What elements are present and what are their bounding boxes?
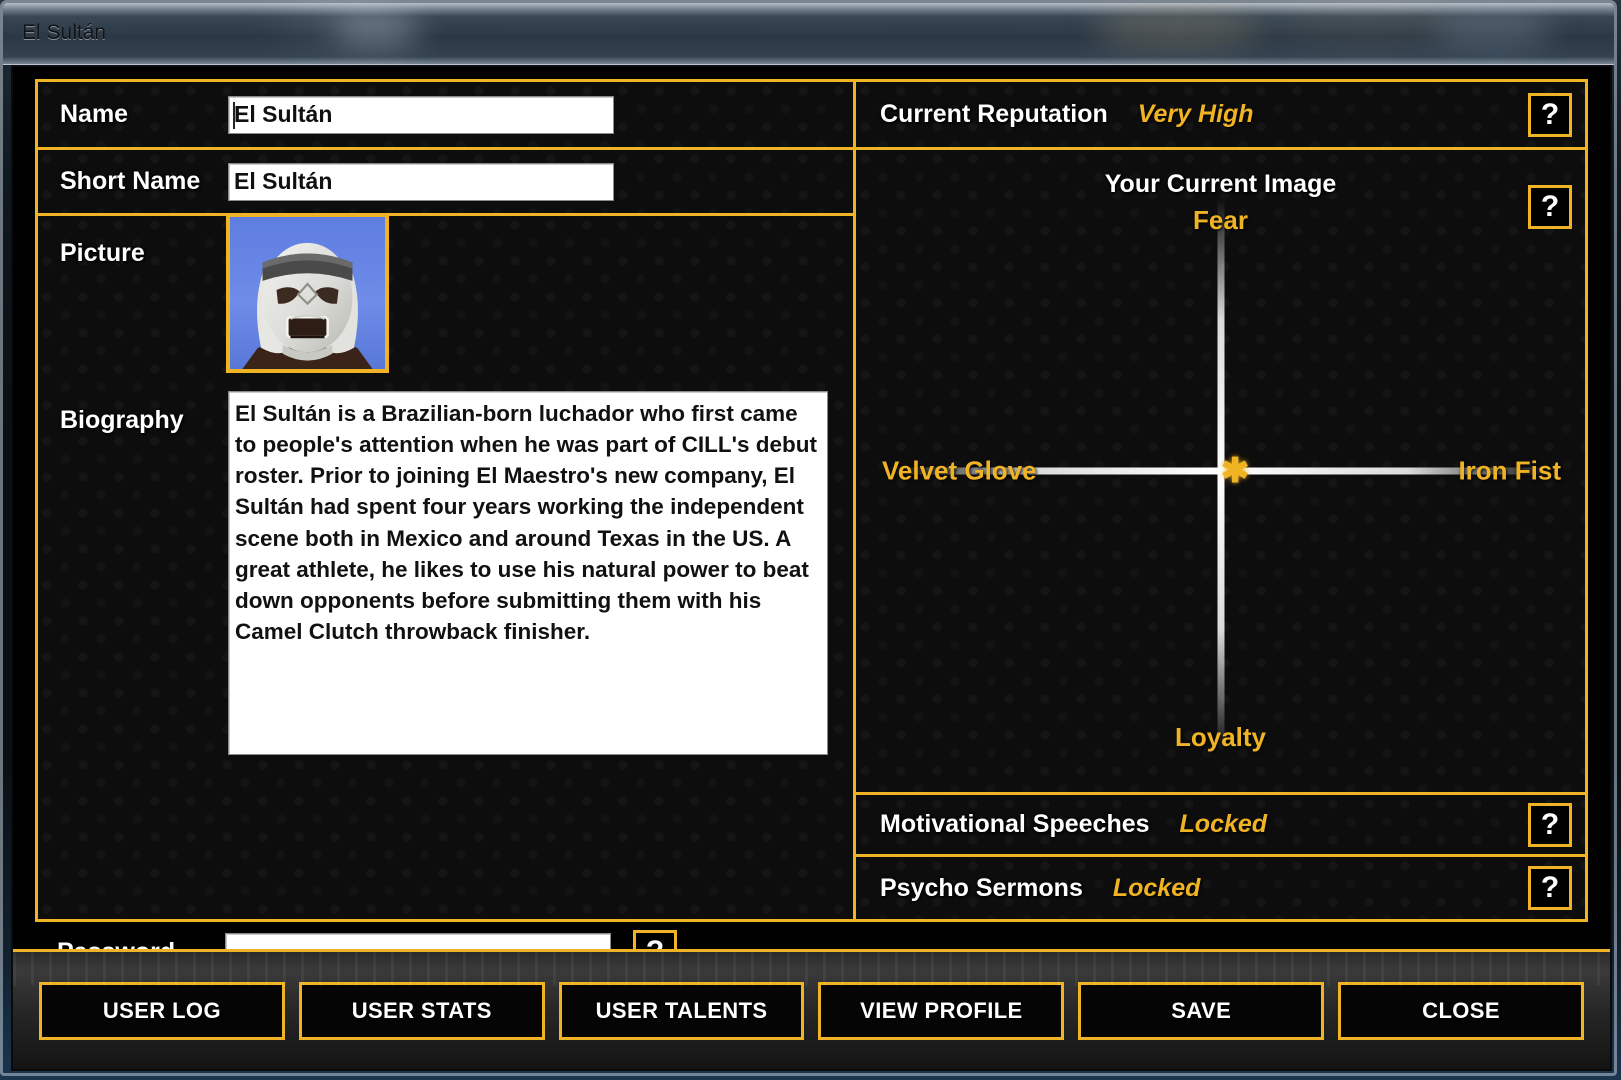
short-name-input-value: El Sultán: [234, 168, 332, 195]
name-label: Name: [60, 100, 228, 129]
motivational-speeches-label: Motivational Speeches: [880, 810, 1150, 839]
user-stats-button[interactable]: USER STATS: [299, 982, 545, 1040]
dialog-button-bar: USER LOG USER STATS USER TALENTS VIEW PR…: [13, 949, 1610, 1069]
titlebar-glass-highlight-2: [1093, 9, 1263, 49]
current-image-panel: Your Current Image ? Fear Loyalty Velvet…: [856, 150, 1585, 795]
profile-details-column: Name El Sultán Short Name El Sultán: [38, 82, 856, 919]
main-content-frame: Name El Sultán Short Name El Sultán: [35, 79, 1588, 922]
motivational-speeches-value: Locked: [1180, 810, 1268, 839]
psycho-sermons-help-icon[interactable]: ?: [1528, 866, 1572, 910]
current-reputation-row: Current Reputation Very High ?: [856, 82, 1585, 150]
application-window: El Sultán Name El Sultán Short Name: [0, 0, 1617, 1076]
window-titlebar[interactable]: El Sultán: [3, 3, 1614, 65]
titlebar-glass-highlight-3: [1433, 11, 1553, 49]
current-reputation-label: Current Reputation: [880, 100, 1108, 129]
picture-and-biography-row: Picture: [38, 216, 853, 919]
psycho-sermons-row: Psycho Sermons Locked ?: [856, 857, 1585, 919]
current-reputation-value: Very High: [1138, 100, 1254, 129]
user-log-button[interactable]: USER LOG: [39, 982, 285, 1040]
biography-label: Biography: [60, 406, 184, 435]
close-button[interactable]: CLOSE: [1338, 982, 1584, 1040]
chart-label-velvet-glove: Velvet Glove: [882, 456, 1037, 487]
short-name-label: Short Name: [60, 167, 228, 196]
window-title: El Sultán: [22, 21, 106, 45]
motivational-speeches-row: Motivational Speeches Locked ?: [856, 795, 1585, 857]
psycho-sermons-value: Locked: [1113, 874, 1201, 903]
image-quadrant-chart: Fear Loyalty Velvet Glove Iron Fist ✱: [856, 150, 1585, 792]
reputation-and-image-column: Current Reputation Very High ? Your Curr…: [856, 82, 1585, 919]
psycho-sermons-label: Psycho Sermons: [880, 874, 1083, 903]
name-row: Name El Sultán: [38, 82, 853, 150]
view-profile-button[interactable]: VIEW PROFILE: [818, 982, 1064, 1040]
biography-textarea[interactable]: El Sultán is a Brazilian-born luchador w…: [228, 391, 828, 755]
chart-label-iron-fist: Iron Fist: [1458, 456, 1561, 487]
chart-label-fear: Fear: [1193, 205, 1248, 236]
chart-label-loyalty: Loyalty: [1175, 722, 1266, 753]
name-input[interactable]: El Sultán: [228, 96, 614, 134]
name-input-value: El Sultán: [234, 101, 332, 128]
titlebar-glass-highlight-1: [333, 13, 423, 47]
user-talents-button[interactable]: USER TALENTS: [559, 982, 805, 1040]
dialog-client-area: Name El Sultán Short Name El Sultán: [11, 65, 1612, 1071]
biography-text: El Sultán is a Brazilian-born luchador w…: [235, 398, 819, 647]
portrait-thumbnail[interactable]: [226, 213, 389, 373]
save-button[interactable]: SAVE: [1078, 982, 1324, 1040]
reputation-help-icon[interactable]: ?: [1528, 93, 1572, 137]
luchador-mask-image: [230, 217, 385, 369]
desktop-background: El Sultán Name El Sultán Short Name: [0, 0, 1621, 1080]
text-caret: [233, 102, 235, 129]
short-name-row: Short Name El Sultán: [38, 150, 853, 216]
short-name-input[interactable]: El Sultán: [228, 163, 614, 201]
motivational-speeches-help-icon[interactable]: ?: [1528, 803, 1572, 847]
picture-label: Picture: [60, 239, 145, 268]
